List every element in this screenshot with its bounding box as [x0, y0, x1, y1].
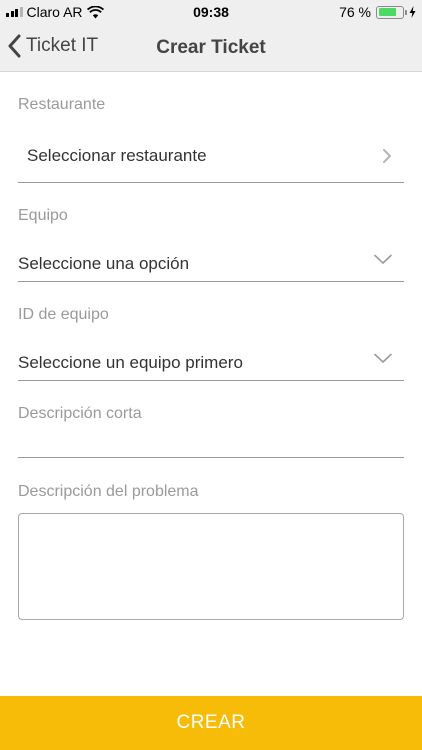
battery-icon — [376, 5, 407, 19]
page-title: Crear Ticket — [156, 37, 266, 58]
restaurante-label: Restaurante — [18, 96, 106, 113]
equipo-label: Equipo — [18, 207, 68, 224]
battery-level — [378, 8, 396, 16]
charging-icon — [409, 6, 416, 18]
restaurante-value: Seleccionar restaurante — [27, 146, 207, 165]
crear-button-label: CREAR — [176, 712, 246, 733]
equipo-select[interactable]: Seleccione una opción — [18, 244, 404, 282]
descripcion-corta-label: Descripción corta — [18, 405, 142, 422]
id-equipo-label: ID de equipo — [18, 306, 109, 323]
crear-button[interactable]: CREAR — [0, 696, 422, 750]
chevron-right-icon — [383, 149, 391, 163]
descripcion-corta-input[interactable] — [18, 428, 404, 458]
navigation-bar: Ticket IT Crear Ticket — [0, 24, 422, 72]
battery-percent: 76 % — [339, 4, 371, 20]
restaurante-selector[interactable]: Seleccionar restaurante — [18, 132, 404, 183]
id-equipo-value: Seleccione un equipo primero — [18, 353, 243, 372]
chevron-down-icon — [374, 254, 392, 264]
status-right: 76 % — [339, 4, 416, 20]
descripcion-problema-label: Descripción del problema — [18, 483, 199, 500]
chevron-down-icon — [374, 353, 392, 363]
descripcion-problema-textarea[interactable] — [18, 513, 404, 620]
status-bar: Claro AR 09:38 76 % — [0, 0, 422, 24]
id-equipo-select[interactable]: Seleccione un equipo primero — [18, 343, 404, 381]
equipo-value: Seleccione una opción — [18, 254, 190, 273]
